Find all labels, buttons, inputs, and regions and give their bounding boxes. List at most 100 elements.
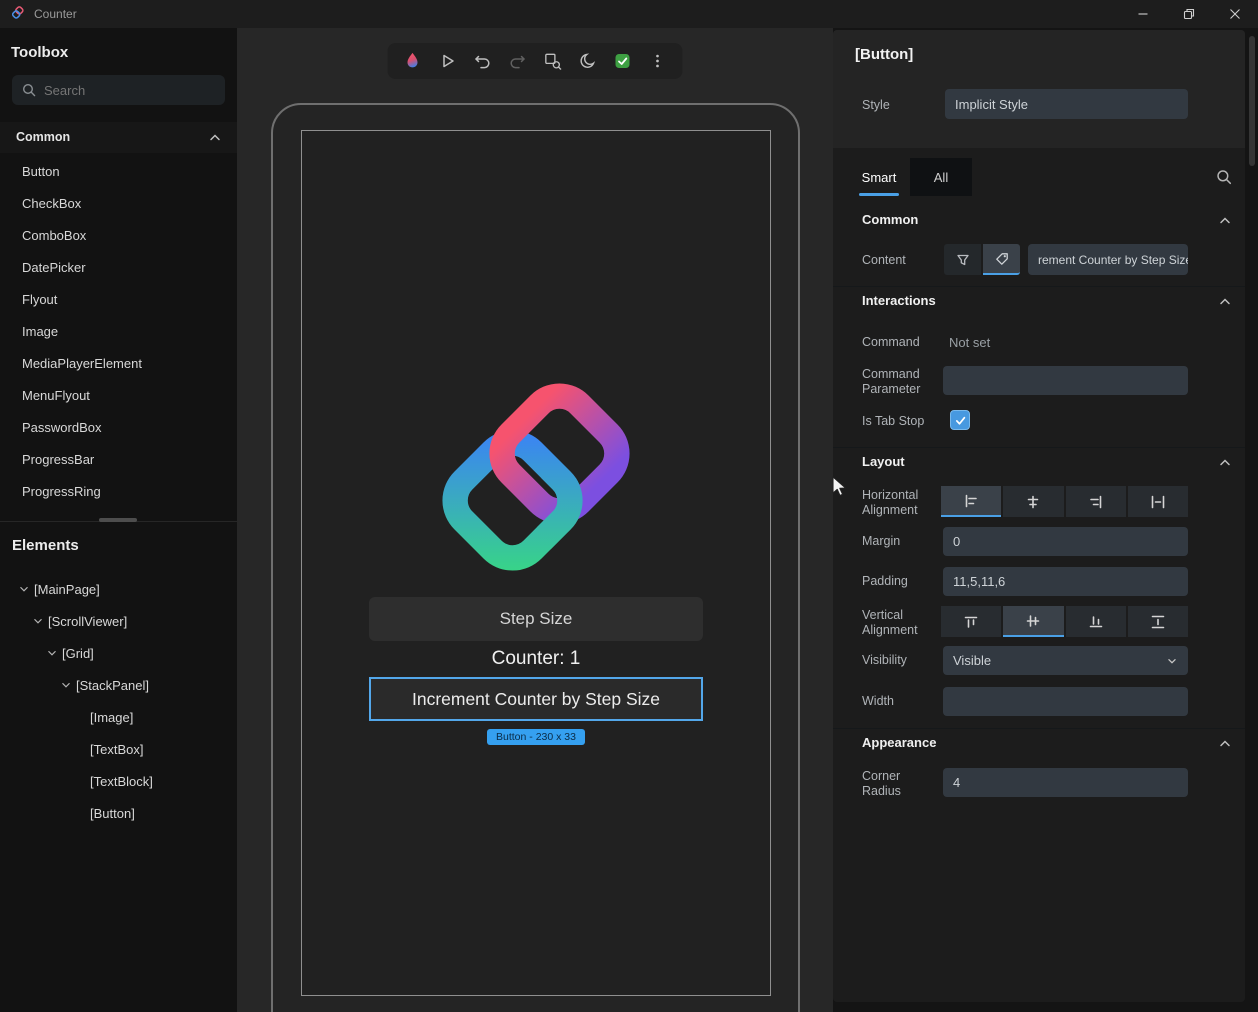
chevron-up-icon[interactable]: [1217, 294, 1233, 310]
toolbox-section-common[interactable]: Common: [0, 122, 237, 153]
toolbox-item-passwordbox[interactable]: PasswordBox: [0, 412, 237, 444]
play-button[interactable]: [435, 48, 461, 74]
undo-icon: [474, 55, 490, 69]
chevron-up-icon[interactable]: [1217, 736, 1233, 752]
panel-resize-handle[interactable]: [99, 518, 137, 522]
maximize-button[interactable]: [1166, 0, 1212, 28]
toolbox-item-datepicker[interactable]: DatePicker: [0, 252, 237, 284]
content-literal-button[interactable]: [983, 244, 1020, 275]
toolbox-item-combobox[interactable]: ComboBox: [0, 220, 237, 252]
align-left-icon: [965, 494, 977, 507]
properties-search-icon[interactable]: [1215, 168, 1233, 186]
tree-item-mainpage[interactable]: [MainPage]: [0, 573, 237, 605]
width-label: Width: [862, 694, 894, 708]
is-tab-stop-checkbox[interactable]: [950, 410, 970, 430]
zoom-selection-button[interactable]: [540, 48, 566, 74]
design-canvas: Step Size Counter: 1 Increment Counter b…: [237, 28, 833, 1012]
style-input[interactable]: Implicit Style: [945, 89, 1188, 119]
properties-card: [Button] Style Implicit Style Smart All …: [833, 30, 1245, 1002]
align-bottom-button[interactable]: [1065, 606, 1126, 637]
tree-item-textbox[interactable]: [TextBox]: [0, 733, 237, 765]
tab-all[interactable]: All: [910, 158, 972, 196]
minimize-button[interactable]: [1120, 0, 1166, 28]
search-input[interactable]: [44, 75, 220, 105]
selected-element-header: [Button]: [855, 46, 914, 63]
align-top-icon: [964, 616, 978, 628]
toolbox-item-menuflyout[interactable]: MenuFlyout: [0, 380, 237, 412]
uno-platform-logo: [442, 383, 630, 571]
window-title: Counter: [34, 7, 77, 21]
tree-item-button[interactable]: [Button]: [0, 797, 237, 829]
align-top-button[interactable]: [941, 606, 1002, 637]
section-interactions-title[interactable]: Interactions: [862, 293, 936, 308]
panel-scrollbar[interactable]: [1249, 36, 1255, 166]
hot-reload-flame-button[interactable]: [400, 48, 426, 74]
toolbox-item-image[interactable]: Image: [0, 316, 237, 348]
redo-button[interactable]: [505, 48, 531, 74]
toolbox-item-mediaplayerelement[interactable]: MediaPlayerElement: [0, 348, 237, 380]
chevron-down-icon[interactable]: [42, 646, 62, 660]
stretch-vertical-button[interactable]: [1127, 606, 1188, 637]
toolbox-search[interactable]: [12, 75, 225, 105]
tab-smart[interactable]: Smart: [848, 158, 910, 196]
section-common-title[interactable]: Common: [862, 212, 918, 227]
visibility-dropdown[interactable]: Visible: [943, 646, 1188, 675]
toolbox-item-checkbox[interactable]: CheckBox: [0, 188, 237, 220]
binding-icon: [956, 254, 969, 265]
tree-item-grid[interactable]: [Grid]: [0, 637, 237, 669]
padding-input[interactable]: 11,5,11,6: [943, 567, 1188, 596]
undo-button[interactable]: [470, 48, 496, 74]
close-button[interactable]: [1212, 0, 1258, 28]
vertical-alignment-label: Vertical Alignment: [862, 608, 918, 637]
section-layout-title[interactable]: Layout: [862, 454, 905, 469]
chevron-down-icon[interactable]: [28, 614, 48, 628]
counter-text: Counter: 1: [491, 648, 581, 669]
content-binding-button[interactable]: [944, 244, 981, 275]
selection-adorner: Increment Counter by Step Size: [369, 677, 703, 721]
toolbox-item-flyout[interactable]: Flyout: [0, 284, 237, 316]
tree-item-image[interactable]: [Image]: [0, 701, 237, 733]
align-center-horizontal-icon: [1028, 495, 1039, 508]
chevron-down-icon[interactable]: [56, 678, 76, 692]
toolbox-item-progressring[interactable]: ProgressRing: [0, 476, 237, 508]
chevron-up-icon[interactable]: [1217, 213, 1233, 229]
command-parameter-label: Command Parameter: [862, 367, 921, 396]
margin-label: Margin: [862, 534, 901, 548]
align-bottom-icon: [1089, 615, 1102, 627]
chevron-up-icon[interactable]: [1217, 455, 1233, 471]
increment-button[interactable]: Increment Counter by Step Size: [371, 679, 701, 719]
align-right-button[interactable]: [1065, 486, 1126, 517]
theme-button[interactable]: [575, 48, 601, 74]
stretch-horizontal-button[interactable]: [1127, 486, 1188, 517]
validation-check-button[interactable]: [610, 48, 636, 74]
chevron-up-icon: [210, 134, 220, 141]
tree-item-scrollviewer[interactable]: [ScrollViewer]: [0, 605, 237, 637]
step-size-textbox[interactable]: Step Size: [369, 597, 703, 641]
toolbox-item-button[interactable]: Button: [0, 156, 237, 188]
tree-item-stackpanel[interactable]: [StackPanel]: [0, 669, 237, 701]
more-options-button[interactable]: [645, 48, 671, 74]
align-center-horizontal-button[interactable]: [1003, 486, 1064, 517]
flame-icon: [407, 52, 418, 68]
device-frame: Step Size Counter: 1 Increment Counter b…: [271, 103, 800, 1012]
elements-tree: [MainPage] [ScrollViewer] [Grid] [StackP…: [0, 573, 237, 829]
width-input[interactable]: [943, 687, 1188, 716]
section-appearance-title[interactable]: Appearance: [862, 735, 936, 750]
corner-radius-input[interactable]: 4: [943, 768, 1188, 797]
corner-radius-label: Corner Radius: [862, 769, 901, 798]
tag-icon: [995, 252, 1008, 265]
toolbox-section-label: Common: [16, 130, 71, 144]
selection-size-badge: Button - 230 x 33: [487, 729, 585, 745]
horizontal-alignment-group: [941, 486, 1188, 517]
elements-title: Elements: [12, 537, 79, 554]
tree-item-textblock[interactable]: [TextBlock]: [0, 765, 237, 797]
command-parameter-input[interactable]: [943, 366, 1188, 395]
align-center-vertical-button[interactable]: [1003, 606, 1064, 637]
toolbox-item-progressbar[interactable]: ProgressBar: [0, 444, 237, 476]
style-label: Style: [862, 98, 890, 112]
content-input[interactable]: rement Counter by Step Size: [1028, 244, 1188, 275]
zoom-selection-icon: [545, 53, 562, 70]
chevron-down-icon[interactable]: [14, 582, 34, 596]
margin-input[interactable]: 0: [943, 527, 1188, 556]
align-left-button[interactable]: [941, 486, 1002, 517]
